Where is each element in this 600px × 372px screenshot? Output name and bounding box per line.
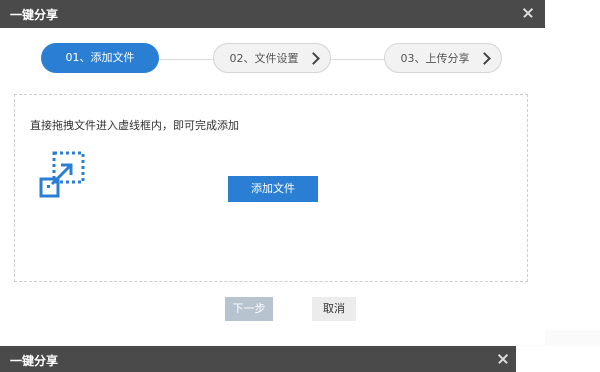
second-share-dialog-titlebar: 一键分享 [0, 346, 516, 372]
next-step-button[interactable]: 下一步 [225, 297, 273, 321]
chevron-right-icon [478, 52, 491, 65]
step-connector [159, 59, 213, 60]
close-icon[interactable] [492, 348, 514, 370]
step-label: 01、添加文件 [65, 51, 135, 64]
cancel-button[interactable]: 取消 [312, 297, 356, 321]
step-upload-share[interactable]: 03、上传分享 [384, 43, 502, 73]
dialog-titlebar: 一键分享 [0, 0, 545, 28]
drop-hint: 直接拖拽文件进入虚线框内，即可完成添加 [30, 119, 239, 132]
step-file-settings[interactable]: 02、文件设置 [213, 43, 331, 73]
dialog-title: 一键分享 [10, 8, 59, 22]
close-icon[interactable] [517, 2, 539, 24]
step-label: 03、上传分享 [400, 52, 470, 65]
step-label: 02、文件设置 [229, 52, 299, 65]
dialog-title: 一键分享 [10, 354, 59, 368]
step-connector [331, 59, 384, 60]
step-progress: 01、添加文件 02、文件设置 03、上传分享 [0, 43, 545, 75]
share-dialog: 一键分享 01、添加文件 02、文件设置 03、上传分享 直接拖拽文件进入虚线框… [0, 0, 545, 345]
file-drop-zone[interactable]: 直接拖拽文件进入虚线框内，即可完成添加 添加文件 [14, 94, 528, 282]
chevron-right-icon [307, 52, 320, 65]
add-file-button[interactable]: 添加文件 [228, 176, 318, 202]
step-add-files: 01、添加文件 [41, 43, 159, 73]
drag-drop-icon [39, 151, 85, 198]
